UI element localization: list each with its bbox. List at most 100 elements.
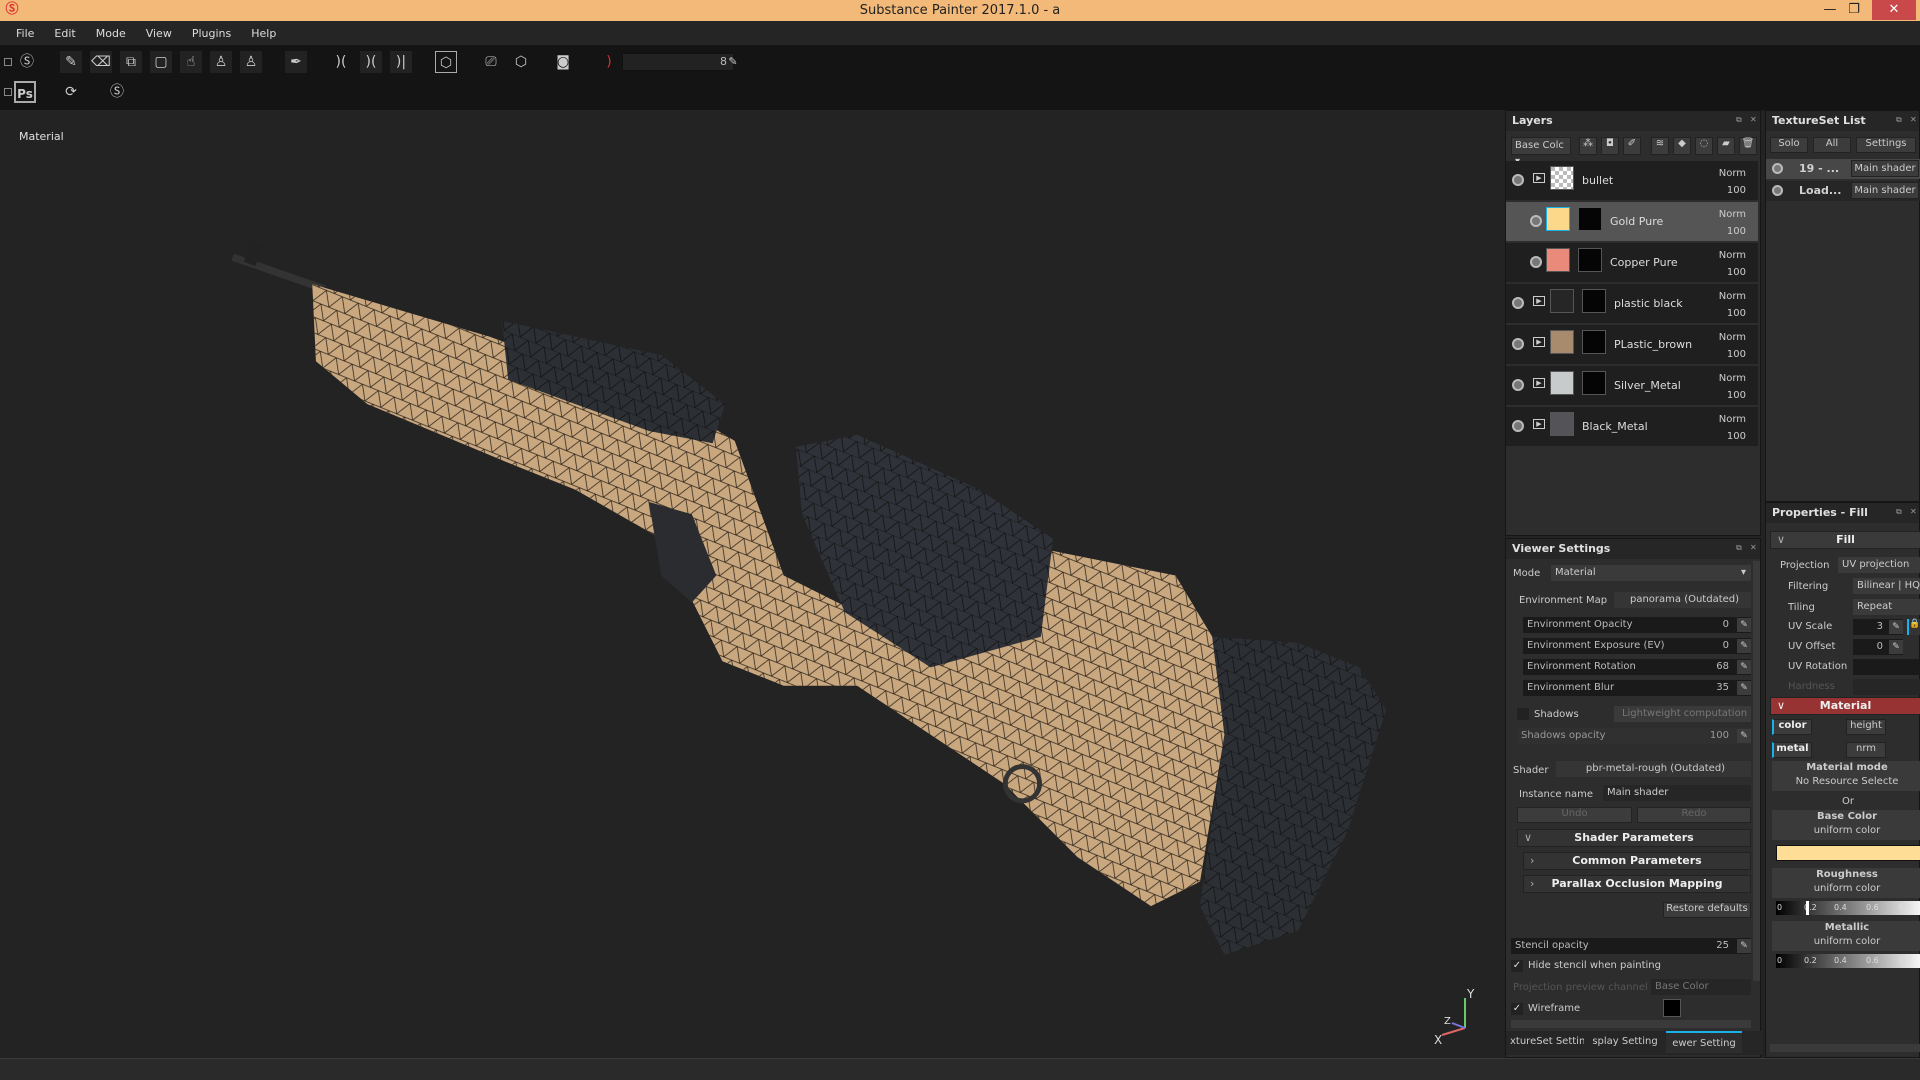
env-blur-slider[interactable]: Environment Blur 35 ✎	[1523, 680, 1751, 696]
add-layer-icon[interactable]: ≋	[1651, 137, 1669, 155]
base-color-swatch[interactable]	[1776, 845, 1920, 861]
tab-textureset-settings[interactable]: xtureSet Setting	[1510, 1031, 1584, 1053]
slider-handle[interactable]	[1806, 901, 1809, 915]
close-panel-icon[interactable]: ✕	[1750, 115, 1757, 124]
uv-scale-slider[interactable]: 3 ✎	[1853, 619, 1903, 635]
projection-channel-select[interactable]: Base Color	[1651, 979, 1751, 995]
folder-icon[interactable]: ▶	[1533, 337, 1545, 347]
layer-blend[interactable]: Norm 100	[1719, 165, 1746, 199]
brush-size-slider[interactable]: 8	[622, 53, 734, 71]
edit-pencil-icon[interactable]: ✎	[1737, 618, 1751, 632]
restore-defaults-button[interactable]: Restore defaults	[1663, 902, 1751, 918]
layer-thumbnail[interactable]	[1546, 207, 1570, 231]
vertical-scrollbar[interactable]	[1753, 561, 1760, 981]
settings-button[interactable]: Settings	[1856, 137, 1916, 153]
symmetry-x-icon[interactable]: )(	[360, 51, 382, 73]
edit-pencil-icon[interactable]: ✎	[1737, 939, 1751, 953]
close-panel-icon[interactable]: ✕	[1910, 115, 1917, 124]
close-panel-icon[interactable]: ✕	[1910, 507, 1917, 516]
tab-display-settings[interactable]: splay Setting	[1588, 1031, 1662, 1053]
textureset-item[interactable]: Load... Main shader	[1766, 181, 1920, 201]
delete-layer-icon[interactable]: 🗑	[1739, 137, 1757, 155]
roughness-slider[interactable]: 0 0.2 0.4 0.6 0.8	[1776, 901, 1920, 915]
layer-blend[interactable]: Norm 100	[1719, 247, 1746, 281]
eraser-icon[interactable]: ⌫	[90, 51, 112, 73]
mask-thumbnail[interactable]	[1578, 248, 1602, 272]
edit-pencil-icon[interactable]: ✎	[722, 51, 744, 73]
tiling-select[interactable]: Repeat	[1853, 599, 1920, 615]
photoshop-export-icon[interactable]: Ps	[14, 81, 36, 103]
uv-offset-slider[interactable]: 0 ✎	[1853, 639, 1903, 655]
channel-metal-button[interactable]: metal	[1772, 742, 1812, 758]
uv-rotation-slider[interactable]	[1853, 659, 1920, 675]
menu-help[interactable]: Help	[241, 27, 286, 40]
clear-icon[interactable]: ✐	[1623, 137, 1641, 155]
solo-button[interactable]: Solo	[1770, 137, 1808, 153]
undo-button[interactable]: Undo	[1517, 807, 1632, 823]
add-smart-material-icon[interactable]: ◌	[1695, 137, 1713, 155]
visibility-icon[interactable]	[1512, 420, 1524, 432]
edit-pencil-icon[interactable]: ✎	[1737, 639, 1751, 653]
visibility-icon[interactable]	[1530, 215, 1542, 227]
roughness-block[interactable]: Roughness uniform color	[1772, 868, 1920, 898]
layer-row[interactable]: ▶ bullet Norm 100	[1506, 161, 1758, 202]
shader-parameters-section[interactable]: ∨ Shader Parameters	[1517, 829, 1751, 847]
layer-thumbnail[interactable]	[1546, 248, 1570, 272]
close-panel-icon[interactable]: ✕	[1750, 543, 1757, 552]
metallic-block[interactable]: Metallic uniform color	[1772, 921, 1920, 951]
menu-file[interactable]: File	[6, 27, 44, 40]
channel-dropdown[interactable]: Base Colc ▾	[1511, 137, 1571, 167]
layer-blend[interactable]: Norm 100	[1719, 288, 1746, 322]
add-mask-icon[interactable]: ◘	[1601, 137, 1619, 155]
mask-thumbnail[interactable]	[1582, 371, 1606, 395]
add-fill-layer-icon[interactable]: ◆	[1673, 137, 1691, 155]
metallic-slider[interactable]: 0 0.2 0.4 0.6 0.8	[1776, 954, 1920, 968]
layer-row[interactable]: ▶ Silver_Metal Norm 100	[1506, 366, 1758, 407]
lock-icon[interactable]: 🔒	[1907, 619, 1920, 635]
close-button[interactable]: ✕	[1872, 0, 1916, 20]
layer-thumbnail[interactable]	[1550, 371, 1574, 395]
symmetry-icon[interactable]: )(	[330, 51, 352, 73]
fill-section[interactable]: ∨ Fill	[1770, 531, 1920, 549]
screenshot-icon[interactable]: ◙	[552, 51, 574, 73]
env-map-select[interactable]: panorama (Outdated)	[1614, 592, 1751, 608]
visibility-icon[interactable]	[1512, 338, 1524, 350]
add-folder-icon[interactable]: ▰	[1717, 137, 1735, 155]
shader-select[interactable]: pbr-metal-rough (Outdated)	[1556, 761, 1751, 777]
layer-row[interactable]: ▶ PLastic_brown Norm 100	[1506, 325, 1758, 366]
mask-thumbnail[interactable]	[1582, 289, 1606, 313]
float-icon[interactable]: ⧉	[1896, 115, 1902, 125]
shadows-checkbox[interactable]	[1517, 708, 1529, 720]
wireframe-checkbox[interactable]: ✓	[1511, 1003, 1523, 1015]
shader-select[interactable]: Main shader	[1851, 160, 1919, 177]
horizontal-scrollbar[interactable]	[1511, 1020, 1751, 1028]
redo-button[interactable]: Redo	[1637, 807, 1751, 823]
menu-view[interactable]: View	[136, 27, 182, 40]
channel-height-button[interactable]: height	[1846, 719, 1886, 735]
wireframe-color-swatch[interactable]	[1663, 999, 1681, 1017]
layer-blend[interactable]: Norm 100	[1719, 206, 1746, 240]
substance-share-icon[interactable]: Ⓢ	[106, 81, 128, 103]
filtering-select[interactable]: Bilinear | HQ	[1853, 578, 1920, 594]
channel-color-button[interactable]: color	[1772, 719, 1812, 735]
pom-section[interactable]: › Parallax Occlusion Mapping	[1523, 875, 1751, 893]
folder-icon[interactable]: ▶	[1533, 378, 1545, 388]
edit-pencil-icon[interactable]: ✎	[1737, 681, 1751, 695]
hide-stencil-checkbox[interactable]: ✓	[1511, 960, 1523, 972]
shadows-opacity-slider[interactable]: Shadows opacity 100 ✎	[1517, 728, 1751, 744]
env-opacity-slider[interactable]: Environment Opacity 0 ✎	[1523, 617, 1751, 633]
stencil-opacity-slider[interactable]: Stencil opacity 25 ✎	[1511, 938, 1751, 954]
hardness-slider[interactable]	[1853, 679, 1920, 695]
edit-pencil-icon[interactable]: ✎	[1737, 660, 1751, 674]
smudge-icon[interactable]: ☝	[180, 51, 202, 73]
visibility-icon[interactable]	[1512, 174, 1524, 186]
tab-viewer-settings[interactable]: ewer Setting	[1666, 1031, 1742, 1053]
layer-blend[interactable]: Norm 100	[1719, 411, 1746, 445]
projection-icon[interactable]: ⧉	[120, 51, 142, 73]
folder-icon[interactable]: ▶	[1533, 419, 1545, 429]
base-color-block[interactable]: Base Color uniform color	[1772, 810, 1920, 840]
layer-row[interactable]: Copper Pure Norm 100	[1506, 243, 1758, 284]
paint-brush-icon[interactable]: ✎	[60, 51, 82, 73]
substance-logo-icon[interactable]: Ⓢ	[16, 51, 38, 73]
shader-select[interactable]: Main shader	[1851, 182, 1919, 199]
